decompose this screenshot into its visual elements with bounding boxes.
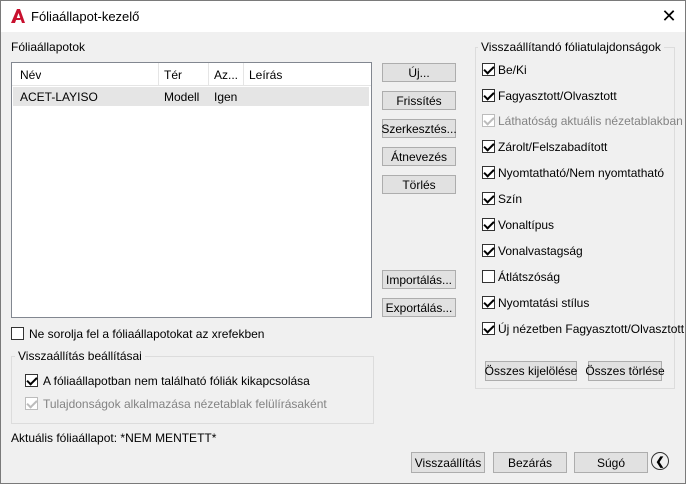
layer-states-label: Fóliaállapotok xyxy=(11,40,86,54)
dialog-window: Fóliaállapot-kezelő ✕ Fóliaállapotok Név… xyxy=(0,0,686,484)
column-separator[interactable] xyxy=(158,63,159,85)
delete-button[interactable]: Törlés xyxy=(382,175,456,194)
prop-plottable-label[interactable]: Nyomtatható/Nem nyomtatható xyxy=(498,166,664,180)
refresh-button[interactable]: Frissítés xyxy=(382,91,456,110)
edit-button[interactable]: Szerkesztés... xyxy=(381,119,457,138)
prop-on-off-checkbox[interactable] xyxy=(482,63,495,76)
new-button[interactable]: Új... xyxy=(382,63,456,82)
close-button[interactable]: Bezárás xyxy=(493,452,567,473)
prop-plot-style-label[interactable]: Nyomtatási stílus xyxy=(498,296,589,310)
restore-properties-title: Visszaállítandó fóliatulajdonságok xyxy=(478,40,664,54)
prop-locked-label[interactable]: Zárolt/Felszabadított xyxy=(498,140,607,154)
prop-viewport-visibility-label: Láthatóság aktuális nézetablakban xyxy=(498,114,683,128)
rename-button[interactable]: Átnevezés xyxy=(382,147,456,166)
import-button[interactable]: Importálás... xyxy=(382,270,456,289)
column-separator[interactable] xyxy=(208,63,209,85)
cell-space: Modell xyxy=(164,90,200,104)
column-header-same[interactable]: Az... xyxy=(214,68,242,82)
cell-name: ACET-LAYISO xyxy=(20,90,98,104)
prop-plot-style-checkbox[interactable] xyxy=(482,296,495,309)
restore-button[interactable]: Visszaállítás xyxy=(411,452,485,473)
prop-transparency-checkbox[interactable] xyxy=(482,270,495,283)
window-title: Fóliaállapot-kezelő xyxy=(31,9,140,24)
select-all-button[interactable]: Összes kijelölése xyxy=(485,361,577,381)
prop-lineweight-label[interactable]: Vonalvastagság xyxy=(498,244,583,258)
list-item[interactable]: ACET-LAYISO Modell Igen xyxy=(13,87,369,106)
prop-linetype-checkbox[interactable] xyxy=(482,218,495,231)
prop-new-viewport-frozen-checkbox[interactable] xyxy=(482,322,495,335)
help-button[interactable]: Súgó xyxy=(574,452,648,473)
title-bar: Fóliaállapot-kezelő ✕ xyxy=(1,1,685,32)
cell-same: Igen xyxy=(214,90,238,104)
prop-frozen-checkbox[interactable] xyxy=(482,89,495,102)
prop-transparency-label[interactable]: Átlátszóság xyxy=(498,270,560,284)
column-header-space[interactable]: Tér xyxy=(164,68,182,82)
close-icon[interactable]: ✕ xyxy=(653,1,685,32)
prop-color-label[interactable]: Szín xyxy=(498,192,522,206)
apply-overrides-label: Tulajdonságok alkalmazása nézetablak fel… xyxy=(43,397,327,411)
export-button[interactable]: Exportálás... xyxy=(382,298,456,317)
apply-overrides-checkbox xyxy=(25,397,38,410)
prop-linetype-label[interactable]: Vonaltípus xyxy=(498,218,554,232)
prop-plottable-checkbox[interactable] xyxy=(482,166,495,179)
restore-settings-group xyxy=(11,356,374,424)
autocad-icon xyxy=(11,9,25,23)
turn-off-layers-checkbox[interactable] xyxy=(25,374,38,387)
prop-new-viewport-frozen-label[interactable]: Új nézetben Fagyasztott/Olvasztott xyxy=(498,322,684,336)
column-separator[interactable] xyxy=(243,63,244,85)
prop-on-off-label[interactable]: Be/Ki xyxy=(498,63,527,77)
prop-locked-checkbox[interactable] xyxy=(482,140,495,153)
turn-off-layers-label[interactable]: A fóliaállapotban nem található fóliák k… xyxy=(43,374,310,388)
list-header: Név Tér Az... Leírás xyxy=(12,63,371,86)
clear-all-button[interactable]: Összes törlése xyxy=(585,361,665,381)
column-header-name[interactable]: Név xyxy=(20,68,41,82)
restore-settings-title: Visszaállítás beállításai xyxy=(15,349,145,363)
prop-color-checkbox[interactable] xyxy=(482,192,495,205)
prop-frozen-label[interactable]: Fagyasztott/Olvasztott xyxy=(498,89,617,103)
layer-states-list[interactable]: Név Tér Az... Leírás ACET-LAYISO Modell … xyxy=(11,62,372,318)
prop-viewport-visibility-checkbox xyxy=(482,114,495,127)
column-header-description[interactable]: Leírás xyxy=(249,68,282,82)
chevron-left-circle-icon[interactable]: ❮ xyxy=(651,452,669,470)
xref-checkbox-label[interactable]: Ne sorolja fel a fóliaállapotokat az xre… xyxy=(29,327,264,341)
prop-lineweight-checkbox[interactable] xyxy=(482,244,495,257)
xref-checkbox[interactable] xyxy=(11,327,24,340)
current-layer-state: Aktuális fóliaállapot: *NEM MENTETT* xyxy=(11,431,217,445)
